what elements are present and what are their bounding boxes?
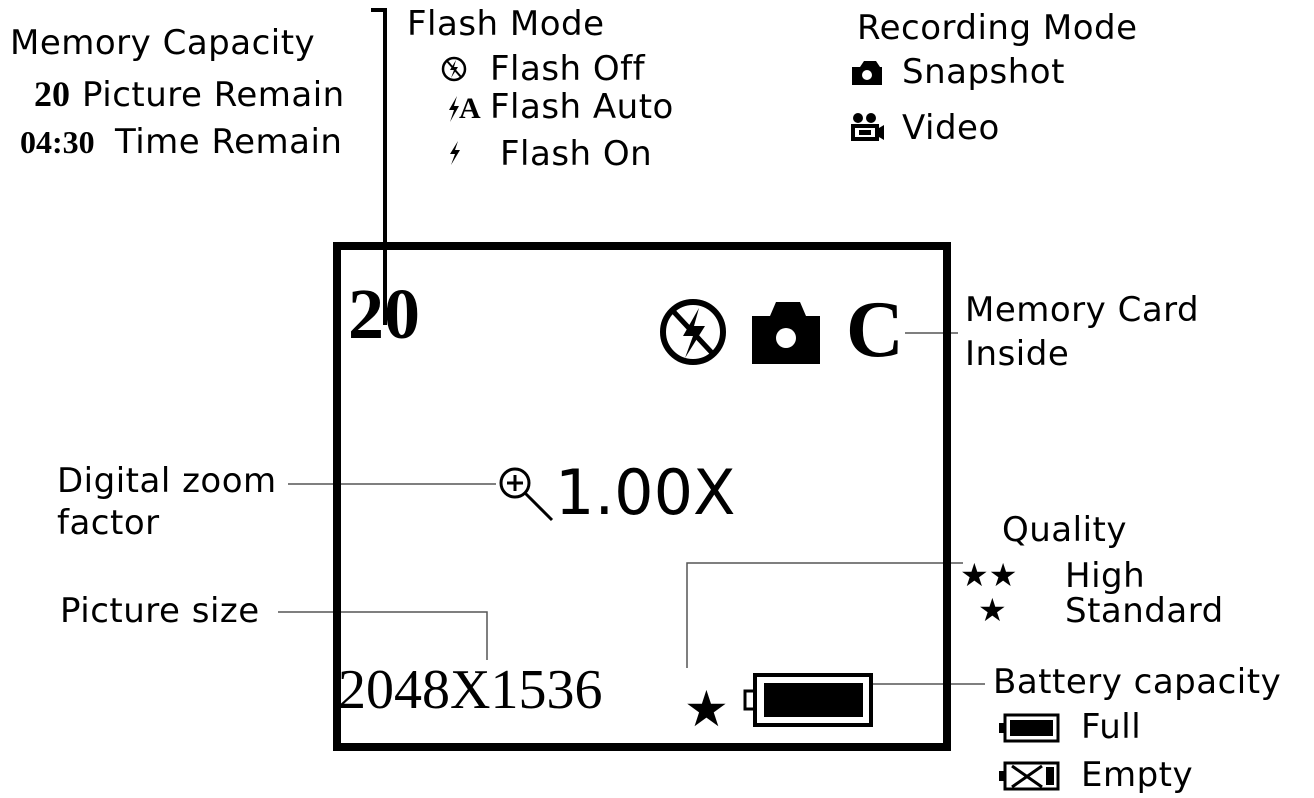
- battery-heading: Battery capacity: [993, 662, 1282, 702]
- quality-standard-star-icon: ★: [978, 591, 1007, 629]
- pictures-remaining-value: 20: [34, 74, 70, 114]
- quality-high-stars-icon: ★★: [960, 556, 1018, 594]
- memory-card-callout-line1: Memory Card: [965, 290, 1200, 330]
- time-remaining-value: 04:30: [20, 124, 95, 160]
- battery-empty-icon: [999, 761, 1060, 791]
- flash-on-label: Flash On: [500, 134, 653, 174]
- screen-camera-icon: [752, 302, 820, 364]
- digital-zoom-callout-line2: factor: [57, 503, 160, 543]
- flash-off-label: Flash Off: [490, 49, 646, 89]
- zoom-factor: 1.00X: [555, 456, 736, 529]
- screen-remaining-count: 20: [348, 274, 420, 354]
- snapshot-label: Snapshot: [902, 52, 1065, 92]
- zoom-icon: [499, 467, 554, 522]
- battery-full-icon: [999, 713, 1060, 743]
- flash-auto-icon-letter: A: [459, 92, 481, 125]
- picture-size-callout: Picture size: [60, 591, 260, 631]
- quality-standard-label: Standard: [1065, 591, 1224, 631]
- screen-quality-star-icon: ★: [684, 680, 729, 738]
- video-camera-icon: [851, 113, 884, 141]
- flash-mode-heading: Flash Mode: [407, 4, 605, 44]
- digital-zoom-callout-line1: Digital zoom: [57, 461, 277, 501]
- flash-auto-label: Flash Auto: [490, 87, 674, 127]
- battery-full-label: Full: [1081, 707, 1142, 747]
- picture-size-value: 2048X1536: [338, 659, 603, 721]
- flash-off-icon: [441, 56, 467, 82]
- memory-card-callout-line2: Inside: [965, 334, 1070, 374]
- memory-card-indicator: C: [846, 286, 904, 374]
- screen-battery-icon: [743, 673, 873, 727]
- quality-high-label: High: [1065, 556, 1146, 596]
- screen-flash-off-icon: [660, 299, 726, 365]
- quality-heading: Quality: [1002, 510, 1127, 550]
- time-remaining-label: Time Remain: [115, 122, 343, 162]
- flash-auto-icon: [449, 96, 459, 122]
- camera-icon: [852, 61, 882, 85]
- pictures-remaining-label: Picture Remain: [82, 75, 345, 115]
- battery-empty-label: Empty: [1081, 755, 1194, 795]
- memory-capacity-heading: Memory Capacity: [10, 23, 316, 63]
- video-label: Video: [902, 108, 1000, 148]
- recording-mode-heading: Recording Mode: [857, 8, 1138, 48]
- flash-on-icon: [450, 141, 460, 165]
